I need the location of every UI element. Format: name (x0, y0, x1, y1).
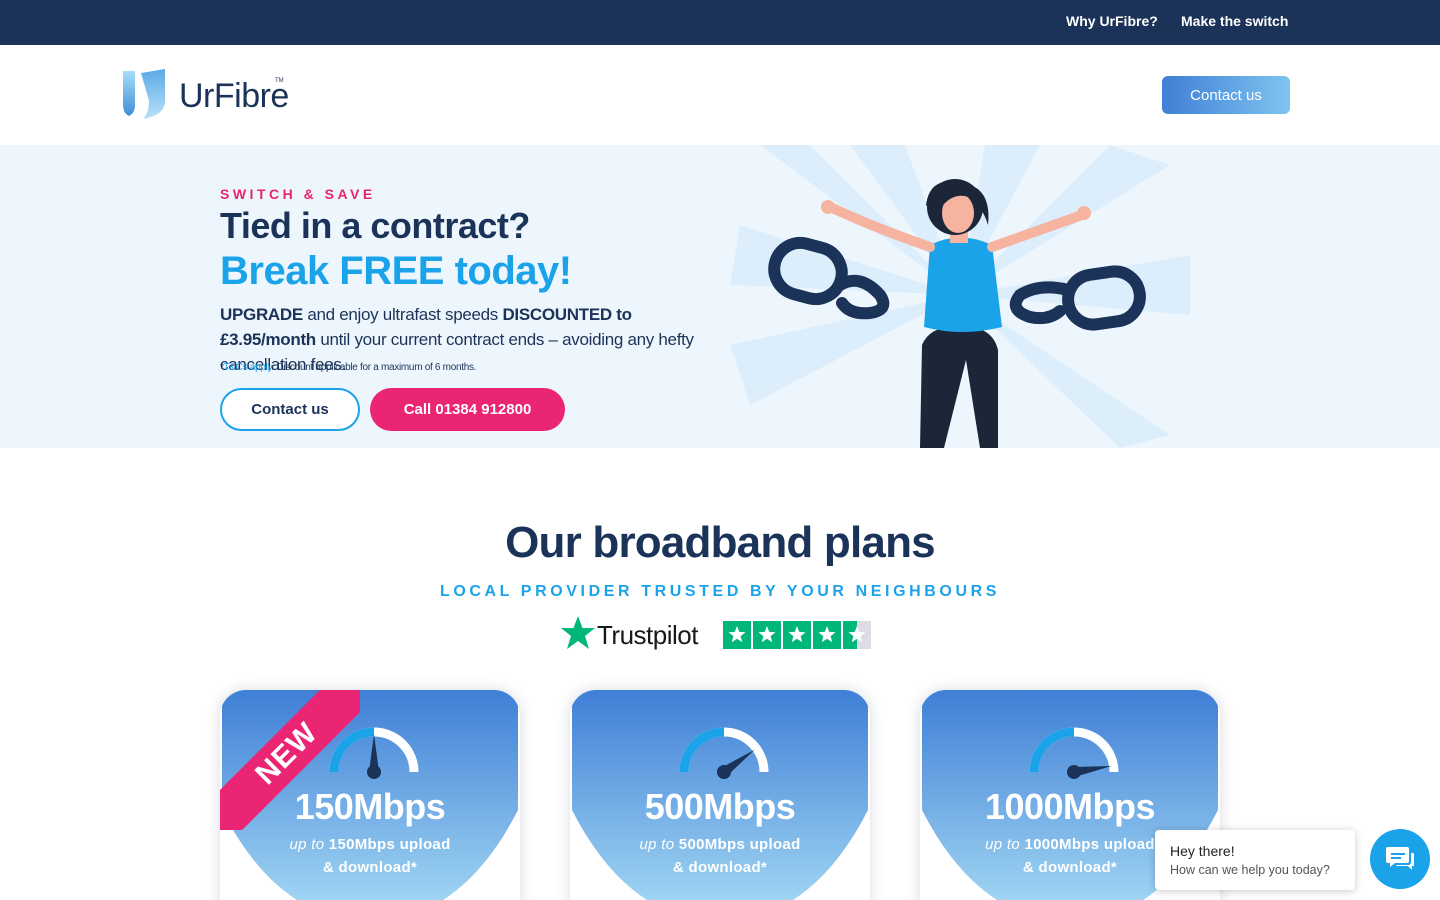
gauge-hub (1067, 765, 1081, 779)
chat-greeting-bubble[interactable]: Hey there! How can we help you today? (1155, 830, 1355, 890)
terms-text: . Discount applicable for a maximum of 6… (271, 362, 477, 373)
hero-body-text: and enjoy ultrafast speeds (302, 305, 503, 324)
terms-link[interactable]: T&Cs apply (224, 362, 272, 373)
hero-upgrade-text: UPGRADE (220, 305, 303, 324)
hero-title-highlight: Break FREE today! (220, 249, 572, 293)
hero-terms-note: *T&Cs apply. Discount applicable for a m… (220, 362, 476, 373)
trustpilot-stars-rating (723, 621, 871, 649)
gauge-accent (679, 727, 725, 773)
plan-up-to-text: up to (289, 836, 325, 853)
plan-card-500mbps[interactable]: 500Mbps up to 500Mbps upload & download* (570, 690, 870, 900)
hero-banner: SWITCH & SAVE Tied in a contract? Break … (0, 145, 1440, 448)
hero-illustration (730, 145, 1190, 448)
logo-wordmark: UrFibre (179, 77, 289, 115)
gauge-accent (1029, 727, 1075, 773)
chat-icon (1386, 847, 1414, 870)
plan-description-line1: up to 500Mbps upload (570, 836, 870, 853)
plans-subheading: LOCAL PROVIDER TRUSTED BY YOUR NEIGHBOUR… (439, 583, 1001, 600)
nav-link-make-the-switch[interactable]: Make the switch (1181, 13, 1288, 29)
trustpilot-rating[interactable]: Trustpilot (560, 615, 875, 653)
plan-up-to-text: up to (639, 836, 675, 853)
speedometer-icon (1029, 727, 1119, 779)
plan-speed: 500Mbps (644, 786, 796, 827)
chat-greeting-message: How can we help you today? (1170, 863, 1330, 877)
plan-up-to-text: up to (985, 836, 1021, 853)
plan-speed: 1000Mbps (984, 786, 1156, 827)
plan-card-150mbps[interactable]: NEW 150Mbps up to 150Mbps upload & downl… (220, 690, 520, 900)
hero-title: Tied in a contract? (220, 205, 530, 246)
plan-description-line2: & download* (672, 859, 768, 876)
nav-link-why-urfibre[interactable]: Why UrFibre? (1066, 13, 1158, 29)
plan-upload-text: 1000Mbps upload (1020, 836, 1155, 853)
trustpilot-star-icon (561, 616, 595, 649)
trustpilot-wordmark: Trustpilot (597, 620, 698, 650)
gauge-hub (367, 765, 381, 779)
plan-upload-text: 500Mbps upload (674, 836, 801, 853)
chat-open-button[interactable] (1370, 829, 1430, 889)
plan-description-line2: & download* (322, 859, 418, 876)
plan-upload-text: 150Mbps upload (324, 836, 451, 853)
hero-contact-button[interactable]: Contact us (220, 388, 360, 431)
hero-call-button[interactable]: Call 01384 912800 (370, 388, 565, 431)
logo-trademark: TM (275, 78, 284, 84)
plan-speed: 150Mbps (294, 786, 446, 827)
urfibre-logo-icon (123, 69, 165, 119)
speedometer-icon (679, 727, 769, 779)
header-contact-button[interactable]: Contact us (1162, 76, 1290, 114)
urfibre-logo[interactable]: UrFibre TM (121, 69, 291, 121)
top-navigation-bar: Why UrFibre? Make the switch (0, 0, 1440, 45)
gauge-hub (717, 765, 731, 779)
plan-description-line1: up to 150Mbps upload (220, 836, 520, 853)
hero-kicker: SWITCH & SAVE (220, 186, 376, 202)
plans-heading: Our broadband plans (505, 518, 936, 567)
chat-greeting-heading: Hey there! (1170, 843, 1235, 859)
site-header: UrFibre TM Contact us (0, 45, 1440, 145)
